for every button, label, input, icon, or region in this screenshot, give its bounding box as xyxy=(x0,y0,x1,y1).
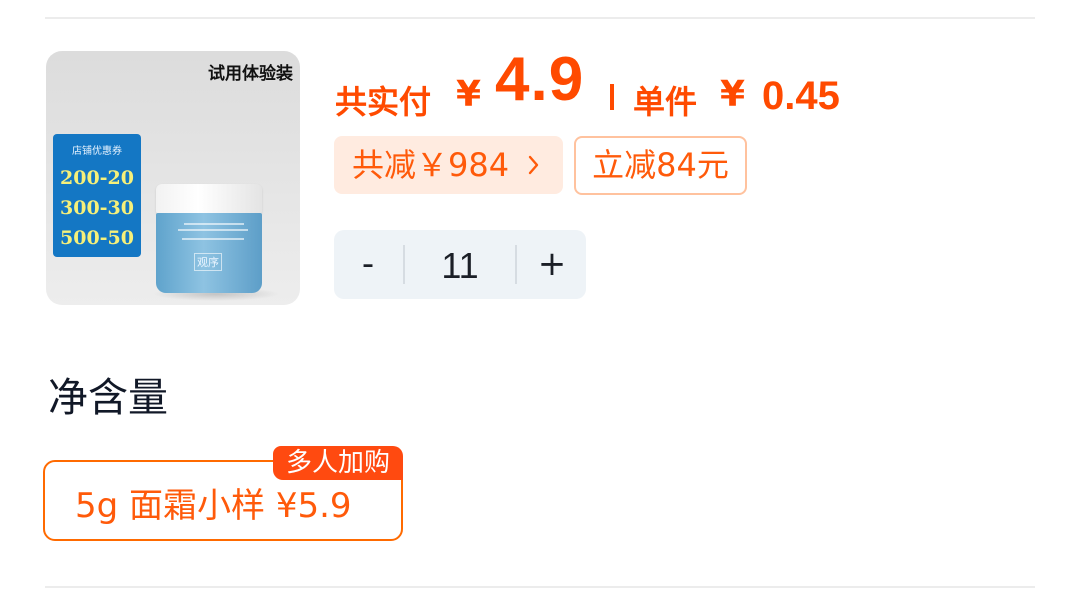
section-title-net-content: 净含量 xyxy=(48,375,168,421)
jar-label-line xyxy=(184,223,244,225)
price-separator xyxy=(610,84,614,110)
spec-option-label: 5g 面霜小样 ¥5.9 xyxy=(75,486,352,526)
total-discount-button[interactable]: 共减￥984 xyxy=(334,136,563,194)
total-price: 4.9 xyxy=(495,45,585,114)
price-row: 共实付 ¥ 4.9 单件 ¥ 0.45 xyxy=(334,44,1034,124)
currency-symbol: ¥ xyxy=(456,74,482,115)
currency-symbol: ¥ xyxy=(720,74,746,115)
jar-brand-mark: 观序 xyxy=(194,253,222,271)
total-paid-label: 共实付 xyxy=(335,83,432,121)
quantity-value[interactable]: 11 xyxy=(405,230,515,299)
coupon-tier: 300-30 xyxy=(60,197,134,219)
decrease-quantity-button[interactable]: - xyxy=(334,230,402,299)
total-discount-label: 共减￥984 xyxy=(352,146,510,184)
increase-quantity-button[interactable]: + xyxy=(518,230,586,299)
shop-coupon-card: 店铺优惠券 200-20 300-30 500-50 xyxy=(53,134,141,257)
product-thumbnail[interactable]: 试用体验装 店铺优惠券 200-20 300-30 500-50 观序 xyxy=(46,51,300,305)
image-caption: 试用体验装 xyxy=(208,64,293,84)
unit-price: 0.45 xyxy=(762,74,840,118)
coupon-title: 店铺优惠券 xyxy=(72,146,122,157)
popular-badge: 多人加购 xyxy=(273,446,403,480)
instant-discount-tag: 立减84元 xyxy=(574,136,747,195)
coupon-tier: 500-50 xyxy=(60,227,134,249)
stepper-divider xyxy=(515,245,517,284)
unit-price-label: 单件 xyxy=(633,83,698,121)
jar-label-line xyxy=(178,229,248,231)
chevron-right-icon xyxy=(527,136,541,215)
bottom-divider xyxy=(45,586,1035,588)
cream-jar-lid xyxy=(156,184,262,214)
top-divider xyxy=(45,17,1035,19)
jar-label-line xyxy=(182,238,244,240)
coupon-tier: 200-20 xyxy=(60,167,134,189)
quantity-stepper: - 11 + xyxy=(334,230,586,299)
